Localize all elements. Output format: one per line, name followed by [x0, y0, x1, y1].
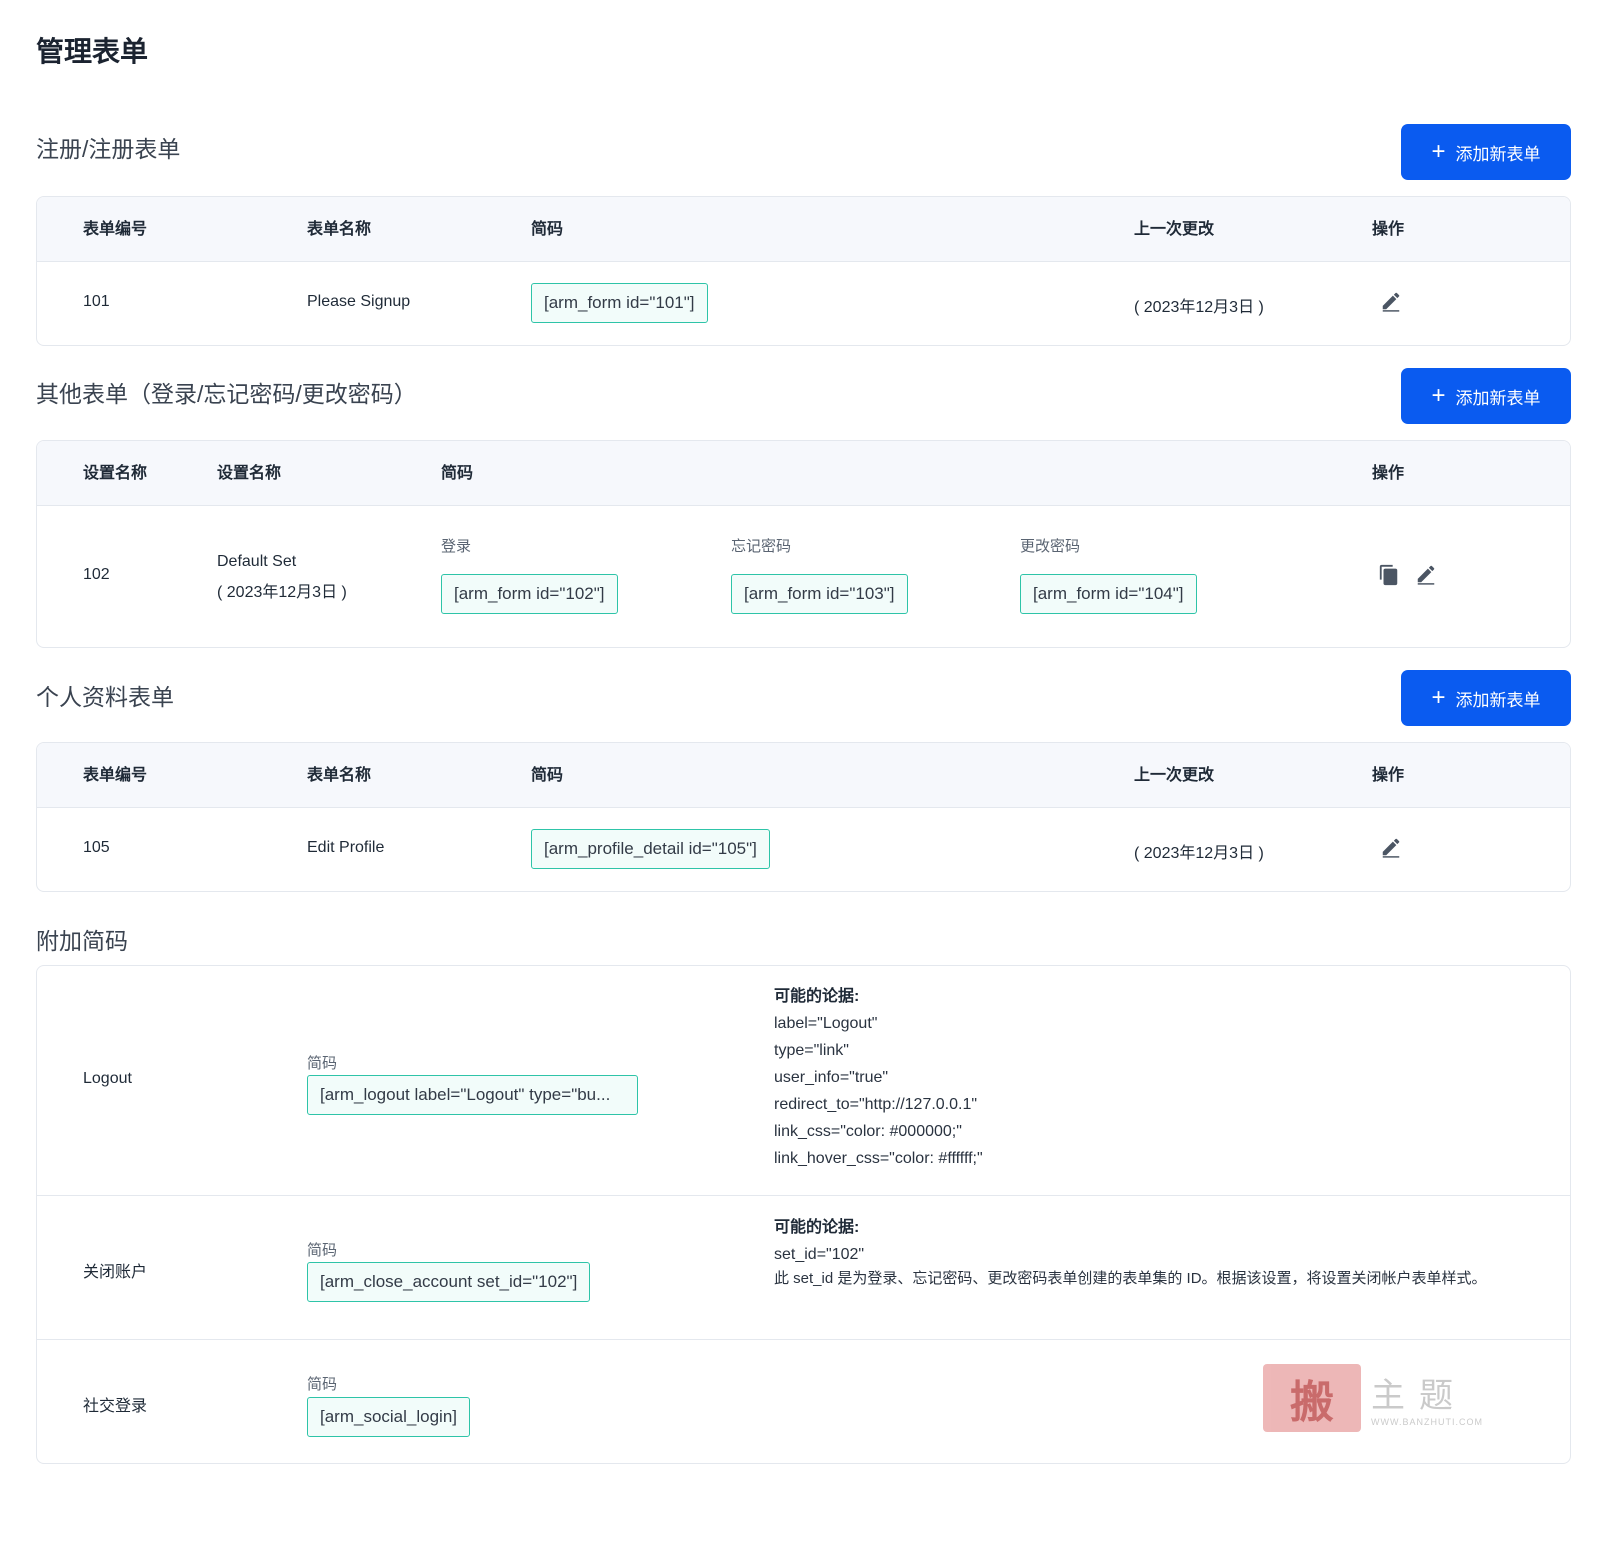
copy-icon[interactable] [1378, 564, 1400, 586]
argument: user_info="true" [774, 1069, 889, 1086]
watermark-text: 主题 WWW.BANZHUTI.COM [1371, 1368, 1483, 1427]
watermark-stamp: 搬 [1263, 1363, 1361, 1432]
shortcode-name: 关闭账户 [83, 1264, 148, 1281]
header-shortcode: 简码 [441, 465, 474, 482]
change-password-label: 更改密码 [1020, 538, 1081, 555]
header-set-name: 设置名称 [83, 465, 148, 482]
table-header: 设置名称 设置名称 简码 操作 [37, 441, 1570, 506]
form-id: 105 [83, 839, 110, 856]
header-form-id: 表单编号 [83, 767, 148, 784]
watermark-logo: 搬 主题 WWW.BANZHUTI.COM [1263, 1360, 1493, 1435]
pencil-icon[interactable] [1380, 290, 1402, 312]
login-shortcode-box[interactable]: [arm_form id="102"] [441, 574, 618, 614]
change-password-shortcode-box[interactable]: [arm_form id="104"] [1020, 574, 1197, 614]
watermark-title: 主题 [1371, 1376, 1467, 1416]
add-button-label: 添加新表单 [1455, 690, 1541, 710]
header-shortcode: 简码 [531, 221, 564, 238]
section-title-additional: 附加简码 [36, 928, 128, 954]
section-title-other: 其他表单（登录/忘记密码/更改密码） [36, 381, 417, 407]
shortcode-label: 简码 [307, 1376, 338, 1393]
header-actions: 操作 [1372, 767, 1405, 784]
header-form-name: 表单名称 [307, 767, 372, 784]
table-row: 102 Default Set ( 2023年12月3日 ) 登录 [arm_f… [37, 506, 1570, 647]
add-signup-form-button[interactable]: + 添加新表单 [1401, 124, 1571, 180]
header-form-name: 表单名称 [307, 221, 372, 238]
pencil-icon[interactable] [1380, 836, 1402, 858]
argument: set_id="102" [774, 1246, 865, 1263]
login-label: 登录 [441, 538, 472, 555]
table-header: 表单编号 表单名称 简码 上一次更改 操作 [37, 743, 1570, 808]
arguments-title: 可能的论据: [774, 1219, 860, 1236]
possible-arguments: 可能的论据: set_id="102" 此 set_id 是为登录、忘记密码、更… [774, 1214, 1504, 1289]
header-set-name-2: 设置名称 [217, 465, 282, 482]
form-name: Edit Profile [307, 839, 385, 856]
plus-icon: + [1431, 138, 1446, 165]
add-button-label: 添加新表单 [1455, 144, 1541, 164]
add-button-label: 添加新表单 [1455, 388, 1541, 408]
add-profile-form-button[interactable]: + 添加新表单 [1401, 670, 1571, 726]
shortcode-box[interactable]: [arm_logout label="Logout" type="bu... [307, 1075, 638, 1115]
header-form-id: 表单编号 [83, 221, 148, 238]
header-actions: 操作 [1372, 465, 1405, 482]
table-row: 101 Please Signup [arm_form id="101"] ( … [37, 262, 1570, 345]
shortcode-name: Logout [83, 1070, 132, 1087]
shortcode-box[interactable]: [arm_form id="101"] [531, 283, 708, 323]
set-date: ( 2023年12月3日 ) [217, 584, 347, 601]
signup-forms-table: 表单编号 表单名称 简码 上一次更改 操作 101 Please Signup … [36, 196, 1571, 346]
arguments-title: 可能的论据: [774, 988, 860, 1005]
shortcode-box[interactable]: [arm_social_login] [307, 1397, 471, 1437]
plus-icon: + [1431, 382, 1446, 409]
watermark-url: WWW.BANZHUTI.COM [1371, 1417, 1483, 1427]
form-id: 101 [83, 293, 110, 310]
shortcode-box[interactable]: [arm_close_account set_id="102"] [307, 1262, 591, 1302]
argument: label="Logout" [774, 1015, 878, 1032]
shortcode-box[interactable]: [arm_profile_detail id="105"] [531, 829, 770, 869]
shortcode-label: 简码 [307, 1242, 338, 1259]
header-shortcode: 简码 [531, 767, 564, 784]
plus-icon: + [1431, 684, 1446, 711]
header-last-modified: 上一次更改 [1134, 767, 1215, 784]
shortcode-label: 简码 [307, 1055, 338, 1072]
set-name: Default Set [217, 553, 297, 570]
form-name: Please Signup [307, 293, 411, 310]
forgot-password-shortcode-box[interactable]: [arm_form id="103"] [731, 574, 908, 614]
argument: link_hover_css="color: #ffffff;" [774, 1150, 983, 1167]
argument: redirect_to="http://127.0.0.1" [774, 1096, 978, 1113]
header-last-modified: 上一次更改 [1134, 221, 1215, 238]
argument-note: 此 set_id 是为登录、忘记密码、更改密码表单创建的表单集的 ID。根据该设… [774, 1270, 1487, 1287]
table-row: 105 Edit Profile [arm_profile_detail id=… [37, 808, 1570, 891]
forgot-password-label: 忘记密码 [731, 538, 792, 555]
list-item: Logout 简码 [arm_logout label="Logout" typ… [37, 966, 1570, 1196]
table-header: 表单编号 表单名称 简码 上一次更改 操作 [37, 197, 1570, 262]
last-modified: ( 2023年12月3日 ) [1134, 845, 1264, 862]
shortcode-name: 社交登录 [83, 1398, 148, 1415]
possible-arguments: 可能的论据: label="Logout" type="link" user_i… [774, 983, 983, 1172]
list-item: 关闭账户 简码 [arm_close_account set_id="102"]… [37, 1196, 1570, 1340]
add-other-form-button[interactable]: + 添加新表单 [1401, 368, 1571, 424]
last-modified: ( 2023年12月3日 ) [1134, 299, 1264, 316]
argument: type="link" [774, 1042, 849, 1059]
argument: link_css="color: #000000;" [774, 1123, 962, 1140]
page-title: 管理表单 [36, 36, 149, 67]
section-title-signup: 注册/注册表单 [36, 136, 181, 162]
header-actions: 操作 [1372, 221, 1405, 238]
other-forms-table: 设置名称 设置名称 简码 操作 102 Default Set ( 2023年1… [36, 440, 1571, 648]
profile-forms-table: 表单编号 表单名称 简码 上一次更改 操作 105 Edit Profile [… [36, 742, 1571, 892]
pencil-icon[interactable] [1415, 563, 1437, 585]
set-id: 102 [83, 566, 110, 583]
section-title-profile: 个人资料表单 [36, 684, 174, 710]
